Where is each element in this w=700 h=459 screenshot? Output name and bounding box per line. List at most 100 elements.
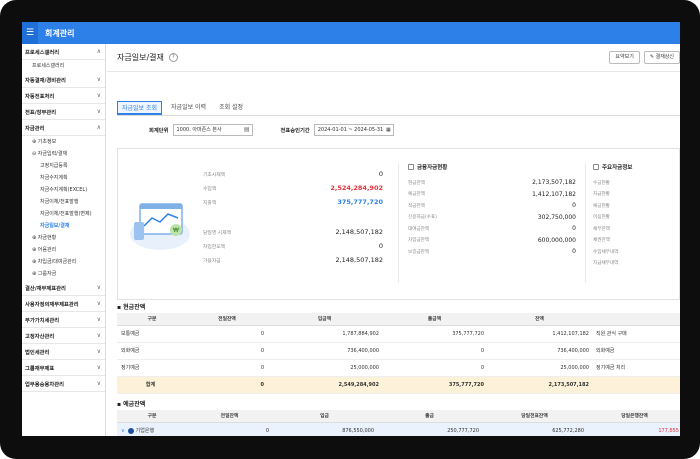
period-input[interactable]: 2024-01-01 ~ 2024-05-31 ▦ <box>313 124 394 136</box>
key-fund-info-row[interactable]: 수입채무내역 <box>593 246 680 258</box>
tab-report-history[interactable]: 자금일보 이력 <box>167 101 210 115</box>
sidebar-group[interactable]: 사용자정의재무제표관리 ∨ <box>22 296 105 312</box>
key-fund-info-label: 지급채무내역 <box>593 261 619 267</box>
summary-value: 0 <box>378 242 383 250</box>
column-header: 출금액 <box>382 313 487 326</box>
fund-row: 적금잔액 0 <box>408 200 576 212</box>
menu-icon[interactable]: ☰ <box>22 22 38 44</box>
chevron-icon[interactable]: ∨ <box>97 332 101 339</box>
sidebar-group-label: 사용자정의재무제표관리 <box>25 301 79 308</box>
sidebar-item[interactable]: 자금이체/전표발행 <box>22 196 105 208</box>
key-fund-info-row[interactable]: 채권잔액 <box>593 235 680 247</box>
key-fund-info-title: 주요자금정보 <box>602 165 633 171</box>
table-row[interactable]: 정기예금 0 25,000,000 0 25,000,000 정기예금 처리 <box>117 359 680 377</box>
sidebar-group[interactable]: 결산/재무제표관리 ∨ <box>22 280 105 296</box>
sidebar-item[interactable]: 자금수지계획(EXCEL) <box>22 184 105 196</box>
sidebar-group[interactable]: 프로세스갤러리 ∧ <box>22 44 105 60</box>
fund-row: 현금잔액 2,173,507,182 <box>408 177 576 189</box>
summary-row: 가용자금 2,148,507,182 <box>203 253 383 267</box>
sidebar-item[interactable]: ⊖ 자금입력/결재 <box>22 148 105 160</box>
summary-label: 가용자금 <box>203 258 221 264</box>
table-row[interactable]: 외화예금 0 736,400,000 0 736,400,000 외화예금 <box>117 342 680 360</box>
chevron-icon[interactable]: ∨ <box>97 108 101 115</box>
column-header: 잔액 <box>487 313 592 326</box>
key-fund-info-row[interactable]: 채무잔액 <box>593 223 680 235</box>
cash-balance-heading: ▪ 현금잔액 <box>117 304 146 311</box>
summary-label: 수입액 <box>203 186 217 192</box>
column-header: 출금 <box>377 410 482 423</box>
fund-value: 0 <box>572 248 576 256</box>
page-title: 자금일보/결재 <box>117 53 164 62</box>
fund-label: 적금잔액 <box>408 203 425 209</box>
column-header: 당일은행잔액 <box>587 410 680 423</box>
fund-value: 302,750,000 <box>537 213 576 221</box>
sidebar-item[interactable]: 자금이체/전표발행(변제) <box>22 208 105 220</box>
sidebar-group[interactable]: 부가가치세관리 ∨ <box>22 312 105 328</box>
summary-panel: ₩ 기초시재액 0 수입액 2,524,284,902 지출액 375,777,720 당일… <box>117 148 680 300</box>
table-cell: 0 <box>382 359 487 377</box>
unit-select[interactable]: 1000. 아마존스 본사 ▤ <box>172 124 253 136</box>
chevron-icon[interactable]: ∧ <box>97 48 101 55</box>
tab-query-settings[interactable]: 조회 설정 <box>215 101 247 115</box>
sidebar-group-label: 자금관리 <box>25 125 45 132</box>
chevron-icon[interactable]: ∨ <box>97 364 101 371</box>
tab-daily-report[interactable]: 자금일보 조회 <box>117 101 163 115</box>
sidebar-item[interactable]: ⊕ 자금현황 <box>22 232 105 244</box>
help-icon[interactable]: ? <box>168 53 178 62</box>
sidebar-item[interactable]: ⊕ 그룹자금 <box>22 268 105 280</box>
sidebar-item[interactable]: 자금일보/결재 <box>22 220 105 232</box>
sidebar-item[interactable]: ⊕ 어음관리 <box>22 244 105 256</box>
period-label: 전표승인기간 <box>280 128 310 134</box>
summary-value: 0 <box>378 170 383 178</box>
sidebar-item[interactable]: ⊕ 차입금/대여금관리 <box>22 256 105 268</box>
chevron-icon[interactable]: ∨ <box>97 76 101 83</box>
sidebar-group[interactable]: 고정자산관리 ∨ <box>22 328 105 344</box>
chevron-icon[interactable]: ∨ <box>97 316 101 323</box>
key-fund-info-row[interactable]: 어음현황 <box>593 212 680 224</box>
chevron-icon[interactable]: ∨ <box>97 92 101 99</box>
sidebar-item[interactable]: 자금수지계획 <box>22 172 105 184</box>
table-cell: 25,000,000 <box>487 359 592 377</box>
sidebar-group[interactable]: 업무용승용차관리 ∨ <box>22 376 105 392</box>
sidebar-group[interactable]: 자동결재/경비관리 ∨ <box>22 72 105 88</box>
submit-approval-button[interactable]: ✎ 결재상신 <box>643 51 680 64</box>
summary-label: 차입한도액 <box>203 244 226 250</box>
total-row: 합계 0 2,549,284,902 375,777,720 2,173,507,182 <box>117 376 680 394</box>
table-cell: 876,550,000 <box>272 422 377 436</box>
summary-view-button[interactable]: 요약보기 <box>609 51 640 64</box>
table-cell: 보통예금 <box>117 325 187 343</box>
sidebar-group-label: 법인세관리 <box>25 349 50 356</box>
sidebar-group[interactable]: 자동전표처리 ∨ <box>22 88 105 104</box>
table-row[interactable]: 보통예금 0 1,787,884,902 375,777,720 1,412,107,1… <box>117 325 680 343</box>
key-fund-info-row[interactable]: 지급채무내역 <box>593 258 680 270</box>
key-fund-info-label: 어음현황 <box>593 215 610 221</box>
chevron-icon[interactable]: ∧ <box>97 124 101 131</box>
chevron-icon[interactable]: ∨ <box>97 380 101 387</box>
key-fund-info-row[interactable]: 예금현황 <box>593 200 680 212</box>
table-row[interactable]: ∨ 기업은행 0 876,550,000 250,777,720 625,772,280 1… <box>117 422 680 436</box>
sidebar-group[interactable]: 전표/장부관리 ∨ <box>22 104 105 120</box>
chevron-icon[interactable]: ∨ <box>97 284 101 291</box>
fund-value: 600,000,000 <box>537 236 576 244</box>
table-cell: 0 <box>187 342 267 360</box>
sidebar-group[interactable]: 자금관리 ∧ <box>22 120 105 136</box>
expand-caret-icon[interactable]: ∨ <box>121 428 125 434</box>
table-cell: 외화예금 <box>117 342 187 360</box>
chevron-icon[interactable]: ∨ <box>97 348 101 355</box>
key-fund-info-row[interactable]: 지급현황 <box>593 189 680 201</box>
table-cell: 736,400,000 <box>267 342 382 360</box>
fund-value: 2,173,507,182 <box>532 179 576 187</box>
table-cell: 177,855 <box>587 422 680 436</box>
unit-picker-icon[interactable]: ▤ <box>244 125 250 135</box>
sidebar-group[interactable]: 그룹재무제표 ∨ <box>22 360 105 376</box>
sidebar-item[interactable]: 고정지급등록 <box>22 160 105 172</box>
svg-text:₩: ₩ <box>173 227 179 234</box>
key-fund-info-row[interactable]: 수금현황 <box>593 177 680 189</box>
sidebar-item[interactable]: ⊕ 기초정보 <box>22 136 105 148</box>
fund-label: 현금잔액 <box>408 180 425 186</box>
chevron-icon[interactable]: ∨ <box>97 300 101 307</box>
fund-row: 신용자금(수표) 302,750,000 <box>408 212 576 224</box>
calendar-icon[interactable]: ▦ <box>386 125 391 135</box>
sidebar-group[interactable]: 법인세관리 ∨ <box>22 344 105 360</box>
sidebar-item[interactable]: 프로세스갤러리 <box>22 60 105 72</box>
